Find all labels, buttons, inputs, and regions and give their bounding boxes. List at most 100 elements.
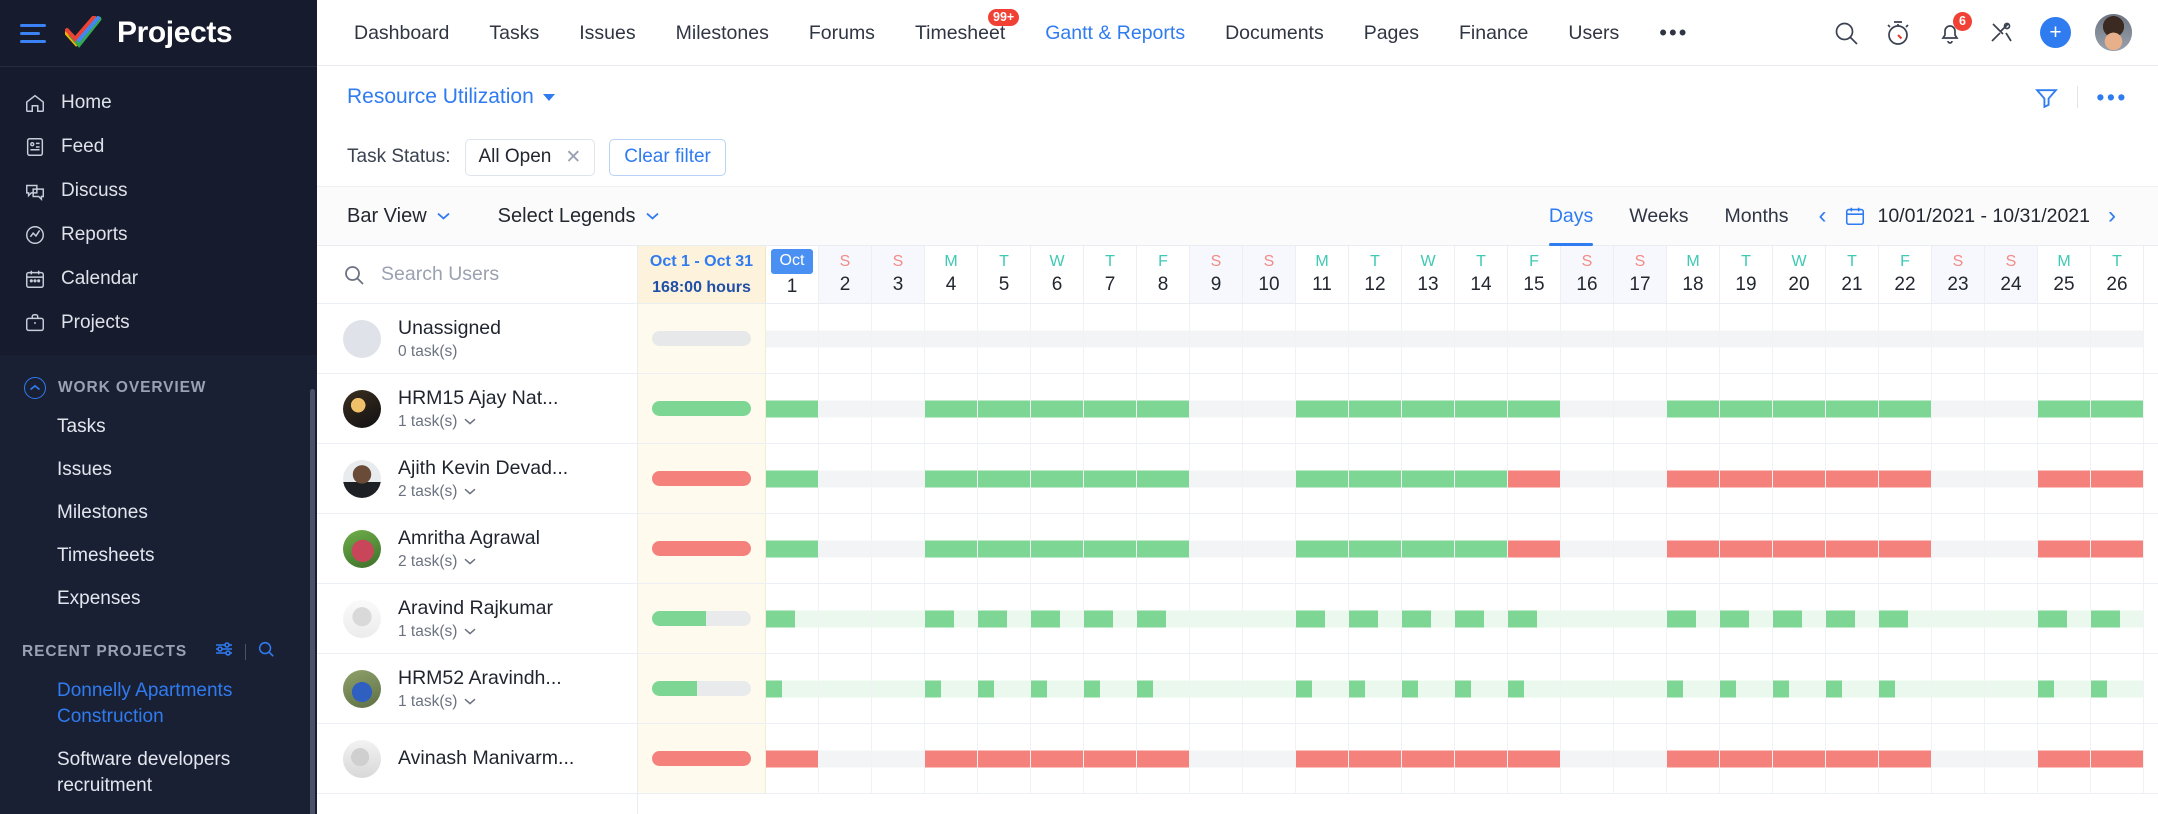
allocation-bar[interactable] (1826, 470, 1878, 487)
more-options-icon[interactable]: ••• (2096, 84, 2128, 111)
user-row[interactable]: Amritha Agrawal 2 task(s) (317, 514, 637, 584)
allocation-bar[interactable] (1349, 540, 1401, 557)
allocation-bar[interactable] (1084, 750, 1136, 767)
allocation-bar[interactable] (1137, 680, 1153, 697)
allocation-bar[interactable] (1667, 400, 1719, 417)
allocation-bar[interactable] (1296, 750, 1348, 767)
user-row[interactable]: Avinash Manivarm... (317, 724, 637, 794)
search-icon[interactable] (1832, 19, 1860, 47)
allocation-bar[interactable] (978, 470, 1030, 487)
hamburger-menu-icon[interactable] (20, 22, 48, 44)
sidebar-item-projects[interactable]: Projects (0, 301, 317, 345)
prev-period-button[interactable]: ‹ (1806, 204, 1838, 228)
nav-pages[interactable]: Pages (1344, 0, 1439, 66)
nav-documents[interactable]: Documents (1205, 0, 1344, 66)
sidebar-item-feed[interactable]: Feed (0, 125, 317, 169)
allocation-bar[interactable] (925, 470, 977, 487)
sidebar-scrollbar[interactable] (310, 389, 315, 814)
recent-project-item[interactable]: Donnelly Apartments Construction (0, 669, 317, 738)
allocation-bar[interactable] (1508, 400, 1560, 417)
allocation-bar[interactable] (1349, 400, 1401, 417)
search-icon[interactable] (257, 640, 275, 663)
allocation-bar[interactable] (1137, 540, 1189, 557)
summary-bar[interactable] (652, 401, 751, 416)
allocation-bar[interactable] (1137, 610, 1166, 627)
user-task-count[interactable]: 2 task(s) (398, 483, 568, 501)
sidebar-item-timesheets[interactable]: Timesheets (0, 534, 317, 577)
allocation-bar[interactable] (2038, 610, 2067, 627)
allocation-bar[interactable] (1296, 610, 1325, 627)
allocation-bar[interactable] (1667, 470, 1719, 487)
sidebar-item-discuss[interactable]: Discuss (0, 169, 317, 213)
allocation-bar[interactable] (2038, 680, 2054, 697)
allocation-bar[interactable] (2091, 470, 2143, 487)
allocation-bar[interactable] (1773, 610, 1802, 627)
next-period-button[interactable]: › (2096, 204, 2128, 228)
search-users-input[interactable] (381, 263, 591, 286)
allocation-bar[interactable] (766, 540, 818, 557)
allocation-bar[interactable] (1031, 400, 1083, 417)
allocation-bar[interactable] (1084, 470, 1136, 487)
user-avatar[interactable] (2095, 14, 2132, 51)
allocation-bar[interactable] (1402, 680, 1418, 697)
allocation-bar[interactable] (1720, 540, 1772, 557)
allocation-bar[interactable] (1296, 400, 1348, 417)
summary-bar[interactable] (652, 471, 751, 486)
allocation-bar[interactable] (766, 610, 795, 627)
allocation-bar[interactable] (2091, 400, 2143, 417)
nav-forums[interactable]: Forums (789, 0, 895, 66)
summary-bar[interactable] (652, 331, 751, 346)
allocation-bar[interactable] (1296, 540, 1348, 557)
chevron-down-icon[interactable] (464, 488, 476, 495)
task-status-chip[interactable]: All Open ✕ (464, 138, 596, 176)
chevron-down-icon[interactable] (464, 628, 476, 635)
allocation-bar[interactable] (2038, 470, 2090, 487)
allocation-bar[interactable] (1508, 750, 1560, 767)
allocation-bar[interactable] (1455, 750, 1507, 767)
sidebar-item-calendar[interactable]: Calendar (0, 257, 317, 301)
allocation-bar[interactable] (925, 400, 977, 417)
allocation-bar[interactable] (1826, 750, 1878, 767)
allocation-bar[interactable] (1720, 400, 1772, 417)
allocation-bar[interactable] (1879, 540, 1931, 557)
allocation-bar[interactable] (1402, 750, 1454, 767)
allocation-bar[interactable] (1031, 750, 1083, 767)
allocation-bar[interactable] (2091, 610, 2120, 627)
nav-gantt-reports[interactable]: Gantt & Reports (1025, 0, 1205, 66)
zoom-months[interactable]: Months (1707, 187, 1807, 246)
allocation-bar[interactable] (1084, 680, 1100, 697)
chevron-down-icon[interactable] (464, 418, 476, 425)
allocation-bar[interactable] (1879, 750, 1931, 767)
allocation-bar[interactable] (1773, 540, 1825, 557)
allocation-bar[interactable] (1508, 540, 1560, 557)
allocation-bar[interactable] (978, 400, 1030, 417)
allocation-bar[interactable] (1402, 540, 1454, 557)
allocation-bar[interactable] (1826, 680, 1842, 697)
timer-icon[interactable] (1884, 19, 1912, 47)
summary-bar[interactable] (652, 681, 751, 696)
allocation-bar[interactable] (978, 540, 1030, 557)
allocation-bar[interactable] (1720, 610, 1749, 627)
allocation-bar[interactable] (1667, 680, 1683, 697)
zoom-days[interactable]: Days (1531, 187, 1611, 246)
nav-issues[interactable]: Issues (559, 0, 655, 66)
allocation-bar[interactable] (1349, 470, 1401, 487)
nav-overflow-icon[interactable]: ••• (1639, 0, 1708, 66)
allocation-bar[interactable] (1879, 400, 1931, 417)
allocation-bar[interactable] (1826, 540, 1878, 557)
filter-funnel-icon[interactable] (2034, 85, 2059, 110)
chevron-down-icon[interactable] (464, 698, 476, 705)
nav-users[interactable]: Users (1548, 0, 1639, 66)
allocation-bar[interactable] (925, 680, 941, 697)
allocation-bar[interactable] (925, 540, 977, 557)
allocation-bar[interactable] (1455, 470, 1507, 487)
allocation-bar[interactable] (1349, 680, 1365, 697)
allocation-bar[interactable] (1137, 750, 1189, 767)
allocation-bar[interactable] (1826, 400, 1878, 417)
select-legends-dropdown[interactable]: Select Legends (498, 205, 659, 228)
summary-bar[interactable] (652, 541, 751, 556)
allocation-bar[interactable] (978, 680, 994, 697)
allocation-bar[interactable] (1667, 540, 1719, 557)
allocation-bar[interactable] (1508, 470, 1560, 487)
allocation-bar[interactable] (2091, 680, 2107, 697)
